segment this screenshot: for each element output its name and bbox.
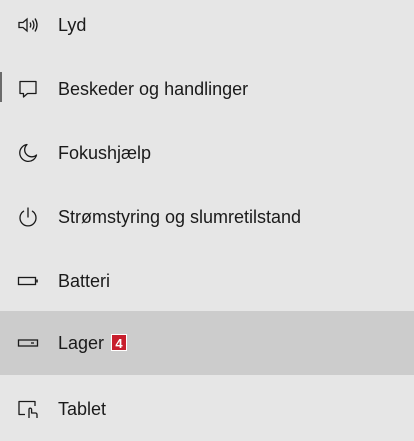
nav-item-label: Lager 4	[58, 332, 128, 354]
storage-icon	[16, 331, 40, 355]
nav-item-stromstyring[interactable]: Strømstyring og slumretilstand	[0, 185, 414, 249]
message-icon	[16, 77, 40, 101]
nav-item-label: Tablet	[58, 399, 107, 419]
speaker-icon	[16, 13, 40, 37]
nav-item-fokushjaelp[interactable]: Fokushjælp	[0, 121, 414, 185]
notification-badge: 4	[111, 334, 128, 351]
moon-icon	[16, 141, 40, 165]
power-icon	[16, 205, 40, 229]
tablet-icon	[16, 397, 40, 421]
nav-item-label: Batteri	[58, 271, 111, 291]
nav-item-label: Strømstyring og slumretilstand	[58, 207, 302, 227]
nav-item-label: Fokushjælp	[58, 143, 152, 163]
nav-item-tablet[interactable]: Tablet	[0, 377, 414, 441]
battery-icon	[16, 269, 40, 293]
settings-nav-list: Lyd Beskeder og handlinger Fokushjælp St…	[0, 0, 414, 428]
nav-item-label: Lyd	[58, 15, 87, 35]
nav-item-beskeder[interactable]: Beskeder og handlinger	[0, 57, 414, 121]
nav-item-lager[interactable]: Lager 4	[0, 311, 414, 375]
nav-item-lyd[interactable]: Lyd	[0, 0, 414, 57]
nav-item-batteri[interactable]: Batteri	[0, 249, 414, 313]
nav-item-label: Beskeder og handlinger	[58, 79, 249, 99]
